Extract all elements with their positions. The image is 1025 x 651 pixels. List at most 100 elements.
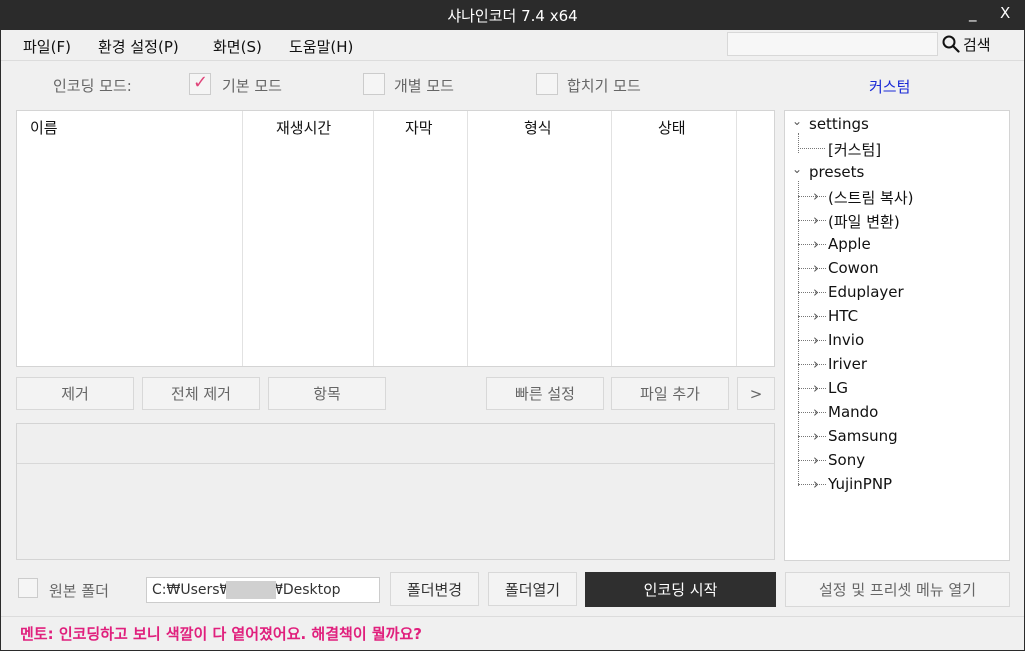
column-divider: [736, 111, 737, 366]
tree-node-preset[interactable]: YujinPNP: [828, 475, 892, 493]
tree-guide-line: [798, 388, 826, 389]
add-file-button[interactable]: 파일 추가: [611, 377, 729, 410]
tree-guide-line: [798, 364, 826, 365]
tree-guide-line: [798, 316, 826, 317]
column-header-subtitle[interactable]: 자막: [405, 117, 433, 138]
column-header-status[interactable]: 상태: [658, 117, 686, 138]
chevron-right-icon[interactable]: ›: [813, 379, 819, 397]
chevron-right-icon[interactable]: ›: [813, 451, 819, 469]
menu-settings[interactable]: 환경 설정(P): [98, 36, 179, 57]
main-window: 파일(F) 환경 설정(P) 화면(S) 도움말(H) 검색 인코딩 모드: ✓…: [1, 30, 1024, 650]
tree-node-preset[interactable]: Iriver: [828, 355, 867, 373]
title-bar: 샤나인코더 7.4 x64 _ X: [0, 0, 1025, 30]
column-divider: [242, 111, 243, 366]
column-header-format[interactable]: 형식: [524, 117, 552, 138]
tree-node-preset[interactable]: Eduplayer: [828, 283, 904, 301]
close-button[interactable]: X: [1000, 4, 1010, 22]
menu-view[interactable]: 화면(S): [213, 36, 262, 57]
item-button[interactable]: 항목: [268, 377, 386, 410]
chevron-right-icon[interactable]: ›: [813, 211, 819, 229]
search-input[interactable]: [727, 32, 938, 56]
chevron-right-icon[interactable]: ›: [813, 475, 819, 493]
tree-node-presets[interactable]: presets: [809, 163, 864, 181]
chevron-right-icon[interactable]: ›: [813, 187, 819, 205]
tree-guide-line: [798, 292, 826, 293]
chevron-right-icon[interactable]: ›: [813, 355, 819, 373]
tree-guide-line: [798, 181, 799, 486]
search-button-label: 검색: [963, 35, 991, 54]
tree-guide-line: [798, 484, 826, 485]
minimize-button[interactable]: _: [969, 4, 977, 22]
tree-node-preset[interactable]: Cowon: [828, 259, 879, 277]
tree-node-custom[interactable]: [커스텀]: [828, 139, 881, 160]
tree-node-preset[interactable]: (스트림 복사): [828, 187, 913, 208]
tree-guide-line: [798, 268, 826, 269]
chevron-right-icon[interactable]: ›: [813, 331, 819, 349]
check-icon: ✓: [193, 72, 209, 93]
mode-merge-label: 합치기 모드: [567, 77, 641, 95]
redacted-username: [226, 581, 276, 599]
menu-separator: [1, 60, 1024, 61]
remove-all-button[interactable]: 전체 제거: [142, 377, 260, 410]
mode-basic-checkbox[interactable]: ✓: [189, 72, 211, 95]
more-button[interactable]: >: [737, 377, 775, 410]
encoding-mode-label: 인코딩 모드:: [53, 77, 132, 95]
tree-node-preset[interactable]: (파일 변환): [828, 211, 900, 232]
tree-guide-line: [798, 340, 826, 341]
menu-file[interactable]: 파일(F): [23, 36, 71, 57]
tree-node-settings[interactable]: settings: [809, 115, 869, 133]
tree-node-preset[interactable]: Mando: [828, 403, 878, 421]
window-title: 샤나인코더 7.4 x64: [447, 7, 578, 25]
log-panel: [16, 423, 775, 560]
chevron-down-icon[interactable]: ⌄: [792, 162, 802, 176]
custom-preset-label[interactable]: 커스텀: [869, 76, 910, 97]
chevron-right-icon[interactable]: ›: [813, 259, 819, 277]
mode-merge-checkbox[interactable]: [536, 73, 558, 95]
search-icon: [942, 35, 960, 53]
log-panel-header: [17, 424, 774, 464]
source-folder-checkbox[interactable]: [18, 578, 38, 598]
preset-tree[interactable]: ⌄ settings [커스텀] ⌄ presets › (스트림 복사) › (파일…: [784, 110, 1010, 561]
quick-settings-button[interactable]: 빠른 설정: [486, 377, 604, 410]
column-divider: [467, 111, 468, 366]
tree-guide-line: [798, 148, 825, 149]
source-folder-label: 원본 폴더: [49, 582, 109, 600]
tree-guide-line: [798, 244, 826, 245]
footer-separator: [1, 616, 1024, 617]
tree-guide-line: [798, 412, 826, 413]
tree-node-preset[interactable]: HTC: [828, 307, 858, 325]
chevron-right-icon[interactable]: ›: [813, 235, 819, 253]
chevron-right-icon[interactable]: ›: [813, 427, 819, 445]
tree-node-preset[interactable]: LG: [828, 379, 848, 397]
search-button[interactable]: 검색: [942, 33, 991, 55]
mode-individual-label: 개별 모드: [394, 77, 454, 95]
remove-button[interactable]: 제거: [16, 377, 134, 410]
tree-guide-line: [798, 196, 826, 197]
mode-individual-checkbox[interactable]: [363, 73, 385, 95]
tree-guide-line: [798, 436, 826, 437]
tree-node-preset[interactable]: Apple: [828, 235, 871, 253]
chevron-right-icon[interactable]: ›: [813, 307, 819, 325]
start-encoding-button[interactable]: 인코딩 시작: [585, 572, 776, 607]
column-header-duration[interactable]: 재생시간: [276, 117, 331, 138]
chevron-down-icon[interactable]: ⌄: [792, 114, 802, 128]
column-divider: [611, 111, 612, 366]
tree-guide-line: [798, 460, 826, 461]
tree-guide-line: [798, 133, 799, 153]
mode-basic-label: 기본 모드: [222, 77, 282, 95]
chevron-right-icon[interactable]: ›: [813, 283, 819, 301]
tree-node-preset[interactable]: Samsung: [828, 427, 898, 445]
tree-guide-line: [798, 220, 826, 221]
change-folder-button[interactable]: 폴더변경: [390, 572, 479, 606]
file-list-table[interactable]: 이름 재생시간 자막 형식 상태: [16, 110, 775, 367]
footer-note: 멘토: 인코딩하고 보니 색깔이 다 옅어졌어요. 해결책이 뭘까요?: [20, 625, 422, 643]
menu-bar: 파일(F) 환경 설정(P) 화면(S) 도움말(H) 검색: [1, 30, 1024, 60]
tree-node-preset[interactable]: Invio: [828, 331, 864, 349]
column-divider: [373, 111, 374, 366]
chevron-right-icon[interactable]: ›: [813, 403, 819, 421]
tree-node-preset[interactable]: Sony: [828, 451, 865, 469]
menu-help[interactable]: 도움말(H): [289, 36, 353, 57]
column-header-name[interactable]: 이름: [30, 117, 58, 138]
open-folder-button[interactable]: 폴더열기: [488, 572, 577, 606]
open-settings-menu-button[interactable]: 설정 및 프리셋 메뉴 열기: [785, 572, 1010, 607]
